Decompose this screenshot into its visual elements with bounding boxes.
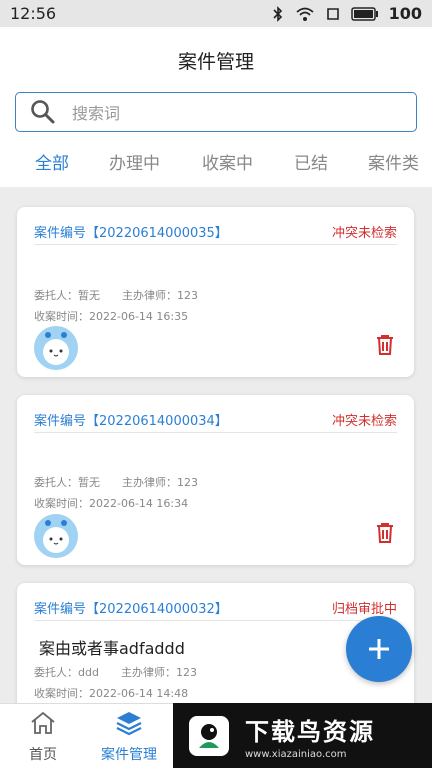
tab-receiving[interactable]: 收案中 xyxy=(202,149,253,174)
add-case-button[interactable] xyxy=(346,616,412,682)
delete-icon[interactable] xyxy=(373,333,397,357)
search-icon xyxy=(31,100,55,124)
sim-icon xyxy=(326,7,339,20)
watermark-url: www.xiazainiao.com xyxy=(245,748,347,760)
tab-all[interactable]: 全部 xyxy=(35,149,69,174)
case-time: 收案时间：2022-06-14 16:35 xyxy=(34,310,189,323)
case-card-header: 案件编号【20220614000034】 冲突未检索 xyxy=(34,407,397,433)
case-meta-row: 委托人：ddd 主办律师：123 xyxy=(34,664,197,680)
bird-logo-icon xyxy=(189,715,229,756)
case-cause: 案由或者事adfaddd xyxy=(39,639,185,658)
layers-icon xyxy=(116,712,142,736)
battery-icon xyxy=(350,6,378,21)
watermark-title: 下载鸟资源 xyxy=(245,717,375,746)
client-label: 委托人：暂无 xyxy=(34,289,100,302)
plus-icon xyxy=(369,639,389,659)
mascot-avatar-icon xyxy=(43,332,69,365)
client-label: 委托人：ddd xyxy=(34,666,99,679)
avatar xyxy=(34,326,78,370)
case-status: 冲突未检索 xyxy=(331,414,397,429)
tab-case-type[interactable]: 案件类 xyxy=(368,149,419,174)
home-icon xyxy=(31,711,55,734)
page-title: 案件管理 xyxy=(177,51,254,73)
case-number: 案件编号【20220614000032】 xyxy=(34,602,228,617)
case-card-header: 案件编号【20220614000035】 冲突未检索 xyxy=(34,219,397,245)
search-input[interactable]: 搜索词 xyxy=(15,92,417,132)
mascot-avatar-icon xyxy=(43,520,69,553)
nav-case-management[interactable]: 案件管理 xyxy=(86,710,172,764)
delete-icon[interactable] xyxy=(373,521,397,545)
case-meta-row: 委托人：暂无 主办律师：123 xyxy=(34,474,198,490)
wifi-icon xyxy=(296,7,314,21)
case-number: 案件编号【20220614000034】 xyxy=(34,414,228,429)
case-card[interactable]: 案件编号【20220614000034】 冲突未检索 委托人：暂无 主办律师：12… xyxy=(17,395,414,565)
search-placeholder: 搜索词 xyxy=(72,104,121,123)
status-time: 12:56 xyxy=(10,4,57,23)
nav-home[interactable]: 首页 xyxy=(0,710,86,764)
nav-home-label: 首页 xyxy=(29,747,57,763)
case-time: 收案时间：2022-06-14 16:34 xyxy=(34,497,189,510)
case-status: 归档审批中 xyxy=(331,602,397,617)
lawyer-label: 主办律师：123 xyxy=(122,476,198,489)
lawyer-label: 主办律师：123 xyxy=(120,666,197,679)
bluetooth-icon xyxy=(273,5,282,22)
lawyer-label: 主办律师：123 xyxy=(122,289,198,302)
header: 案件管理 搜索词 全部 办理中 收案中 已结 案件类 xyxy=(0,27,432,187)
case-card[interactable]: 案件编号【20220614000035】 冲突未检索 委托人：暂无 主办律师：12… xyxy=(17,207,414,377)
case-meta-row: 委托人：暂无 主办律师：123 xyxy=(34,287,198,303)
nav-case-management-label: 案件管理 xyxy=(101,747,157,763)
case-number: 案件编号【20220614000035】 xyxy=(34,226,228,241)
battery-level: 100 xyxy=(388,4,422,23)
case-time: 收案时间：2022-06-14 14:48 xyxy=(34,687,189,700)
avatar xyxy=(34,514,78,558)
tab-closed[interactable]: 已结 xyxy=(294,149,328,174)
case-card-header: 案件编号【20220614000032】 归档审批中 xyxy=(34,595,397,621)
filter-tabs: 全部 办理中 收案中 已结 案件类 xyxy=(0,147,432,177)
tab-in-progress[interactable]: 办理中 xyxy=(109,149,160,174)
client-label: 委托人：暂无 xyxy=(34,476,100,489)
watermark-banner: 下载鸟资源 www.xiazainiao.com xyxy=(173,703,432,768)
case-status: 冲突未检索 xyxy=(331,226,397,241)
status-bar: 12:56 100 xyxy=(0,0,432,27)
